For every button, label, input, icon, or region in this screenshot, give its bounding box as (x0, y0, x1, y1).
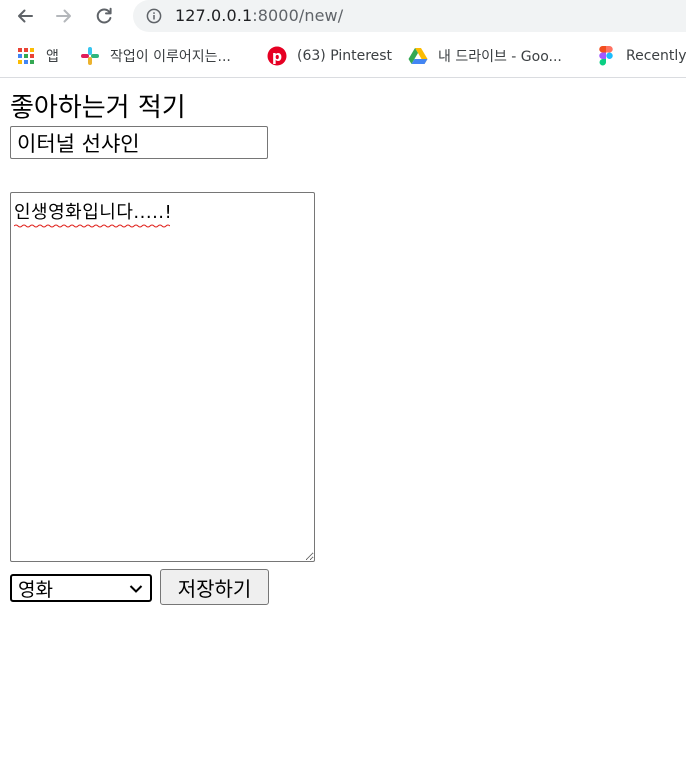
bookmark-figma[interactable]: Recently (596, 44, 686, 68)
url-text[interactable]: 127.0.0.1:8000/new/ (175, 6, 343, 25)
reload-button[interactable] (90, 2, 118, 30)
category-select[interactable]: 영화 (10, 574, 152, 602)
figma-icon (596, 46, 616, 66)
forward-button[interactable] (50, 2, 78, 30)
bookmark-label: 앱 (46, 49, 59, 65)
bookmark-label: Recently (626, 48, 686, 64)
title-input[interactable] (10, 126, 268, 159)
url-host: 127.0.0.1 (175, 6, 253, 25)
content-textarea[interactable]: 인생영화입니다.....! (10, 192, 315, 562)
google-drive-icon (408, 46, 428, 66)
pinterest-icon: p (267, 46, 287, 66)
svg-text:p: p (272, 49, 282, 65)
browser-toolbar: 127.0.0.1:8000/new/ (0, 0, 686, 34)
slack-icon (80, 46, 100, 66)
info-icon[interactable] (146, 8, 162, 24)
back-button[interactable] (11, 2, 39, 30)
bookmark-slack[interactable]: 작업이 이루어지는... (80, 44, 231, 68)
apps-grid-icon (16, 46, 36, 66)
address-bar[interactable]: 127.0.0.1:8000/new/ (133, 0, 686, 32)
arrow-right-icon (56, 9, 71, 23)
bookmarks-bar: 앱 작업이 이루어지는... p (63) Pinterest 내 드라이브 -… (0, 34, 686, 78)
category-selected-value: 영화 (18, 578, 53, 601)
bookmark-label: 작업이 이루어지는... (110, 49, 231, 65)
arrow-left-icon (18, 9, 33, 23)
spellcheck-underline (14, 224, 170, 228)
save-button[interactable]: 저장하기 (160, 569, 269, 605)
bookmark-pinterest[interactable]: p (63) Pinterest (267, 44, 392, 68)
page-heading: 좋아하는거 적기 (10, 93, 186, 123)
bookmark-label: 내 드라이브 - Goo... (438, 49, 562, 65)
url-path: :8000/new/ (252, 6, 344, 25)
bookmark-label: (63) Pinterest (297, 48, 393, 64)
chevron-down-icon (129, 585, 143, 593)
reload-icon (96, 7, 112, 24)
bookmark-google-drive[interactable]: 내 드라이브 - Goo... (408, 44, 562, 68)
bookmark-apps[interactable]: 앱 (16, 44, 59, 68)
